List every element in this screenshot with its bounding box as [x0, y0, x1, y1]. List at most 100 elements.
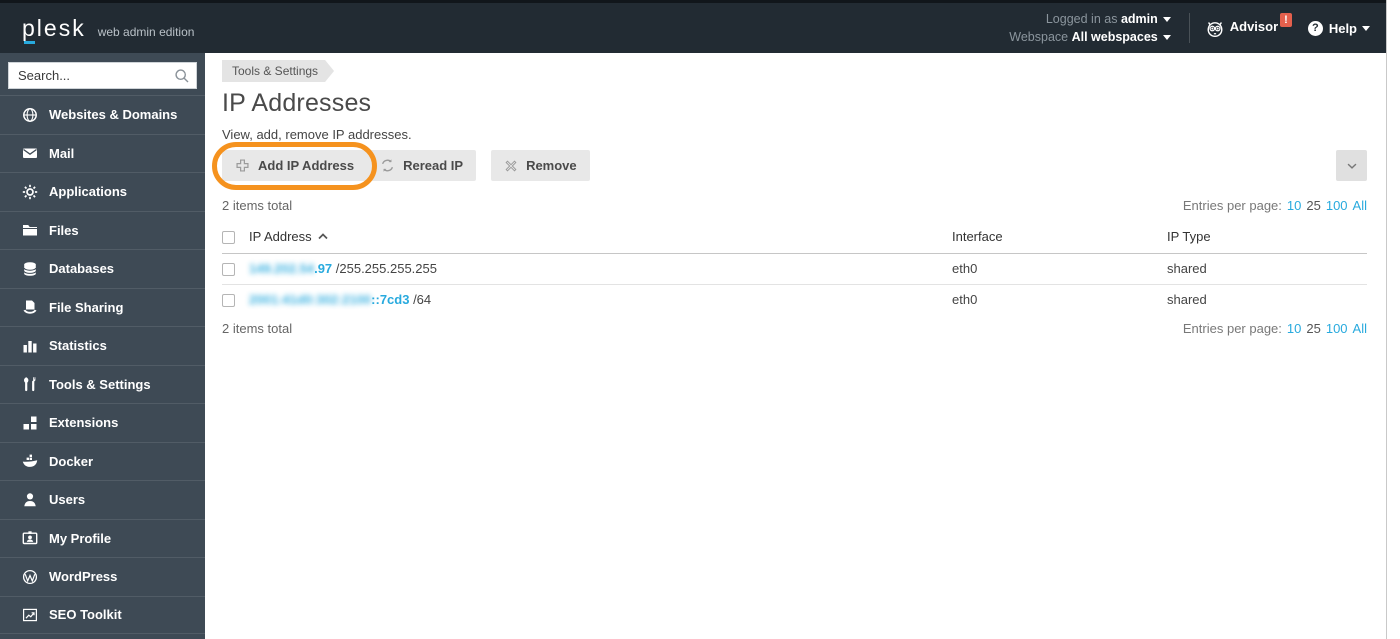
sidebar-item-tools-settings[interactable]: Tools & Settings [0, 364, 205, 404]
main-content: Tools & Settings IP Addresses View, add,… [205, 53, 1386, 639]
sidebar-item-users[interactable]: Users [0, 480, 205, 519]
add-ip-address-button[interactable]: Add IP Address [222, 150, 368, 181]
ip-mask: /64 [409, 292, 432, 308]
page-size-10[interactable]: 10 [1287, 321, 1301, 336]
sidebar-item-label: Users [49, 492, 86, 508]
webspace-label: Webspace [1009, 30, 1069, 44]
topbar-divider [1188, 13, 1190, 43]
sidebar-item-websites-domains[interactable]: Websites & Domains [0, 95, 205, 134]
page-size-100[interactable]: 100 [1326, 198, 1348, 213]
column-header-interface: Interface [952, 223, 1167, 254]
plus-icon [236, 159, 249, 172]
sidebar-item-label: Extensions [49, 415, 119, 431]
page-size-25-current: 25 [1306, 321, 1321, 337]
entries-per-page: Entries per page: 10 25 100 All [1183, 321, 1367, 336]
sidebar-item-label: Websites & Domains [49, 107, 178, 123]
sidebar-item-label: Files [49, 222, 79, 238]
sidebar-item-mail[interactable]: Mail [0, 133, 205, 173]
select-all-checkbox[interactable] [222, 230, 235, 244]
sidebar-item-label: Applications [49, 184, 128, 200]
sidebar-item-applications[interactable]: Applications [0, 172, 205, 211]
plesk-logo-text: plesk [22, 14, 86, 44]
sidebar-item-label: File Sharing [49, 299, 124, 315]
edition-label: web admin edition [97, 24, 195, 39]
help-icon [1307, 20, 1323, 36]
scrollbar-track[interactable] [1386, 0, 1400, 639]
items-total: 2 items total [222, 321, 293, 337]
globe-icon [21, 106, 38, 123]
search-input[interactable] [8, 62, 197, 89]
sidebar-item-label: SEO Toolkit [49, 607, 122, 623]
page-description: View, add, remove IP addresses. [222, 127, 412, 142]
sidebar-item-label: Mail [49, 145, 75, 161]
sidebar-item-file-sharing[interactable]: File Sharing [0, 287, 205, 327]
sidebar-item-label: Statistics [49, 338, 107, 354]
gear-icon [21, 183, 38, 200]
sidebar-item-extensions[interactable]: Extensions [0, 403, 205, 442]
help-button[interactable]: Help [1307, 20, 1370, 36]
current-user: admin [1120, 12, 1158, 26]
help-label: Help [1328, 20, 1357, 36]
table-header-row: IP Address Interface IP Type [222, 223, 1367, 254]
logged-in-row[interactable]: Logged in as admin [1009, 10, 1171, 28]
logged-in-label: Logged in as [1045, 12, 1118, 26]
id-card-icon [21, 530, 38, 547]
page-size-100[interactable]: 100 [1326, 321, 1348, 336]
sidebar-item-my-profile[interactable]: My Profile [0, 518, 205, 558]
ip-address-link[interactable]: 149.202.54.97 [249, 261, 332, 276]
folder-icon [21, 222, 38, 239]
sidebar-item-docker[interactable]: Docker [0, 441, 205, 481]
x-remove-icon [505, 160, 517, 171]
reread-ip-button[interactable]: Reread IP [367, 150, 477, 181]
sidebar-item-wordpress[interactable]: WordPress [0, 557, 205, 596]
sidebar-item-label: Databases [49, 261, 115, 277]
ip-type-cell: shared [1167, 292, 1207, 308]
row-checkbox[interactable] [222, 263, 235, 277]
plesk-logo[interactable]: plesk web admin edition [22, 14, 195, 44]
wordpress-icon [21, 568, 38, 585]
topbar: plesk web admin edition Logged in as adm… [0, 0, 1400, 53]
ip-address-link[interactable]: 2001:41d0:302:2100::7cd3 [249, 292, 409, 307]
ip-type-cell: shared [1167, 253, 1367, 286]
share-icon [21, 299, 38, 316]
sidebar-item-label: Tools & Settings [49, 376, 151, 392]
page-size-all[interactable]: All [1353, 198, 1367, 213]
advisor-owl-icon [1207, 21, 1223, 37]
table-row: 149.202.54.97 /255.255.255.255 eth0 shar… [222, 253, 1367, 286]
refresh-icon [382, 159, 394, 172]
advisor-button[interactable]: Advisor ! [1206, 12, 1292, 38]
page-size-25-current: 25 [1306, 198, 1321, 213]
page-title: IP Addresses [222, 89, 372, 117]
sidebar-item-files[interactable]: Files [0, 210, 205, 250]
chevron-down-icon [1347, 163, 1356, 169]
blocks-icon [21, 414, 38, 431]
interface-cell: eth0 [952, 253, 1167, 286]
list-meta-top: 2 items total Entries per page: 10 25 100 Al… [222, 198, 1367, 213]
toolbar: Add IP Address Reread IP Remove [212, 142, 1367, 190]
remove-button[interactable]: Remove [491, 150, 590, 181]
column-header-ip-type: IP Type [1167, 223, 1367, 254]
caret-down-icon [1162, 17, 1171, 23]
table-row: 2001:41d0:302:2100::7cd3 /64 eth0 shared [222, 285, 1367, 316]
sidebar-nav: Websites & Domains Mail Applications Fil… [0, 95, 205, 634]
redacted-ip-prefix: 149.202.54 [249, 261, 315, 277]
sidebar-item-statistics[interactable]: Statistics [0, 326, 205, 365]
page-size-10[interactable]: 10 [1287, 198, 1301, 213]
column-header-ip-address[interactable]: IP Address [249, 223, 952, 254]
sidebar-item-databases[interactable]: Databases [0, 249, 205, 288]
entries-per-page: Entries per page: 10 25 100 All [1183, 198, 1367, 213]
database-icon [21, 260, 38, 277]
entries-per-page-label: Entries per page: [1182, 321, 1282, 337]
caret-down-icon [1362, 25, 1370, 31]
items-total: 2 items total [222, 198, 293, 213]
collapse-toolbar-button[interactable] [1336, 150, 1367, 181]
sidebar-item-seo-toolkit[interactable]: SEO Toolkit [0, 595, 205, 634]
tools-icon [21, 376, 38, 393]
breadcrumb[interactable]: Tools & Settings [222, 60, 334, 82]
mail-icon [21, 145, 38, 162]
page-size-all[interactable]: All [1353, 321, 1367, 336]
search-icon[interactable] [174, 68, 190, 84]
webspace-row[interactable]: Webspace All webspaces [1009, 28, 1171, 46]
sidebar-item-label: Docker [49, 453, 94, 469]
row-checkbox[interactable] [222, 294, 235, 308]
